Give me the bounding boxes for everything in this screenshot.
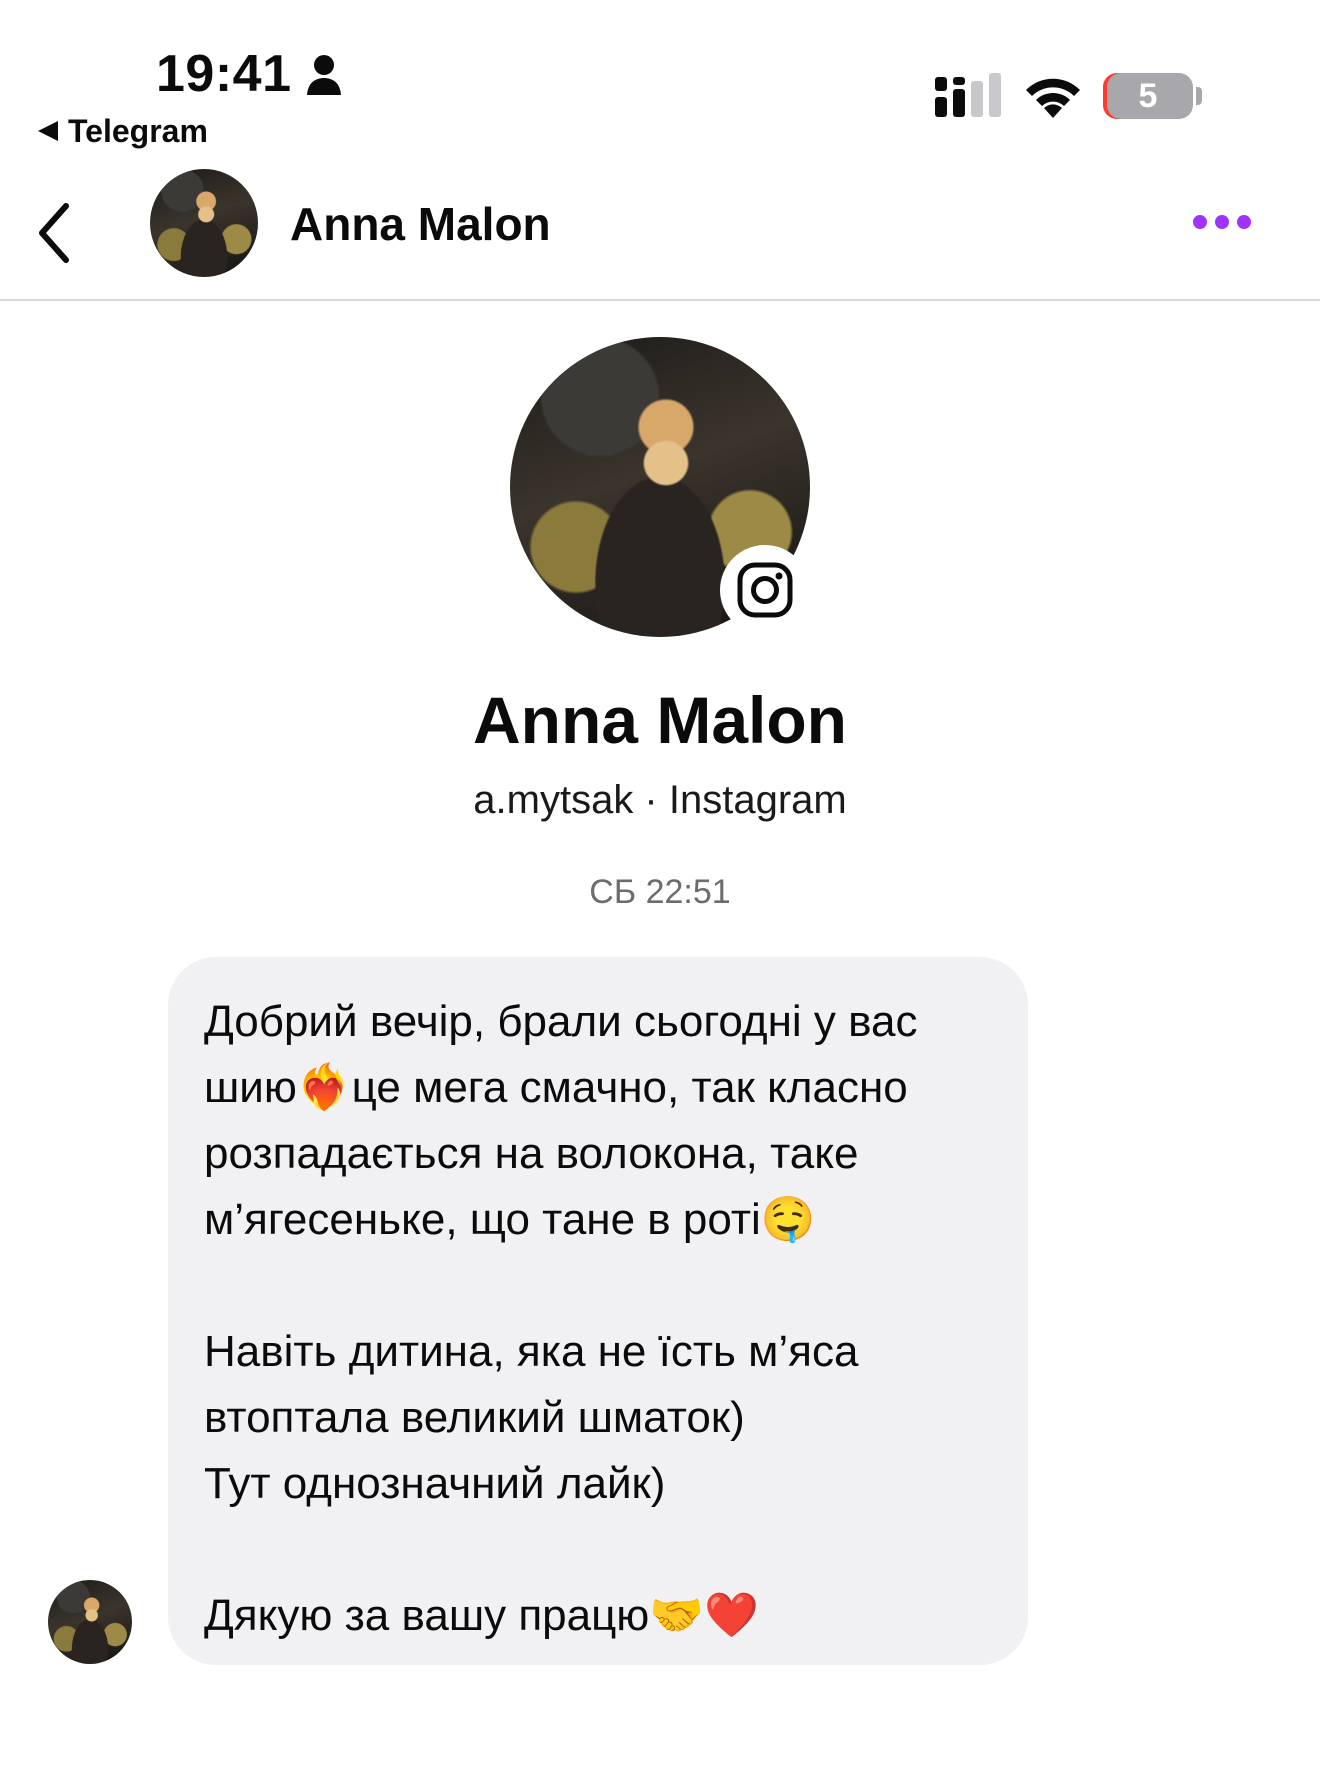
instagram-icon (737, 562, 793, 618)
header-avatar[interactable] (150, 169, 258, 277)
battery-icon: 5 (1103, 73, 1193, 119)
message-text: Добрий вечір, брали сьогодні у вас шию❤️… (204, 997, 918, 1640)
more-dot (1215, 215, 1229, 229)
wifi-icon (1026, 78, 1080, 118)
more-dot (1193, 215, 1207, 229)
profile-handle: a.mytsak · Instagram (473, 778, 847, 822)
header-divider (0, 299, 1320, 301)
back-chevron-icon[interactable] (34, 200, 74, 266)
status-time: 19:41 (156, 45, 292, 103)
message-sender-avatar[interactable] (48, 1580, 132, 1664)
message-timestamp: СБ 22:51 (589, 873, 731, 911)
person-icon (307, 55, 341, 95)
more-options-icon[interactable] (1193, 214, 1251, 230)
profile-name: Anna Malon (473, 683, 847, 757)
message-bubble[interactable]: Добрий вечір, брали сьогодні у вас шию❤️… (168, 957, 1028, 1665)
cellular-signal-icon (935, 73, 1001, 117)
instagram-badge (720, 545, 810, 635)
more-dot (1237, 215, 1251, 229)
header-contact-name[interactable]: Anna Malon (290, 196, 551, 252)
back-app-label: Telegram (68, 112, 208, 149)
back-to-app-link[interactable]: Telegram (38, 113, 208, 149)
battery-nub (1196, 87, 1202, 105)
back-triangle-icon (38, 121, 58, 141)
battery-level: 5 (1138, 76, 1158, 115)
